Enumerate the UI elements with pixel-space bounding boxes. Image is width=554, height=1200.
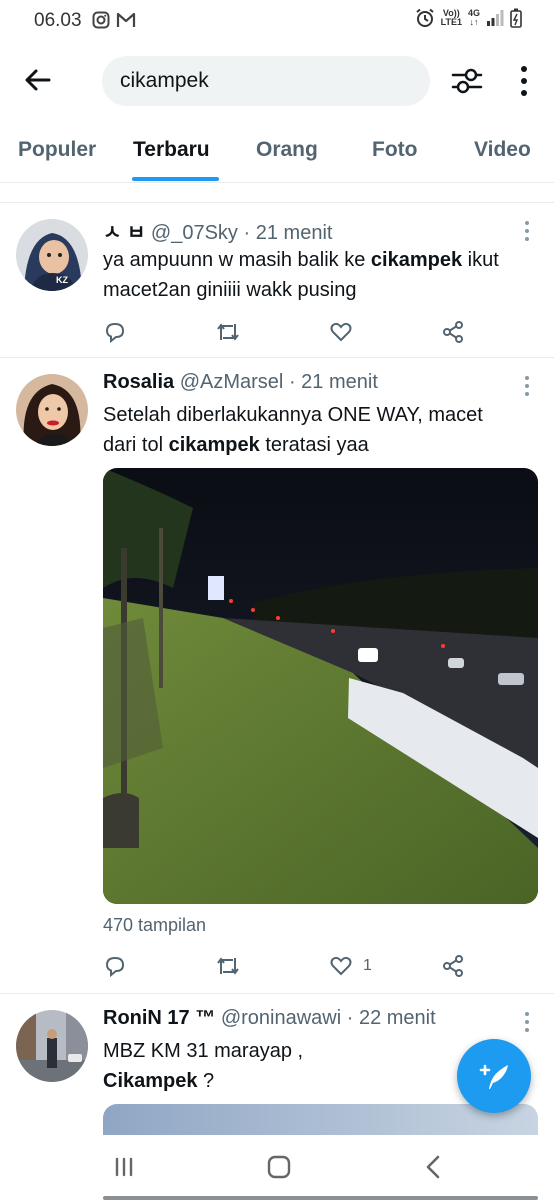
tweet-item[interactable]: KZ ㅅ ㅂ @_07Sky · 21 menit ya ampuunn w m… (0, 203, 554, 358)
like-icon (330, 956, 352, 976)
retweet-button[interactable] (215, 317, 241, 347)
status-left-icons (92, 11, 136, 29)
tweet-header: ㅅ ㅂ @_07Sky · 21 menit (103, 222, 333, 244)
tweet-time: 21 menit (301, 371, 378, 393)
keyword-highlight: cikampek (370, 249, 463, 271)
tweet-author-name[interactable]: RoniN 17 ™ (103, 1007, 215, 1029)
net-label: 4G (467, 8, 480, 18)
tweet-header: RoniN 17 ™ @roninawawi · 22 menit (103, 1007, 436, 1029)
tweet-time: 22 menit (358, 1007, 436, 1029)
keyword-highlight: Cikampek (103, 1070, 198, 1092)
status-bar: 06.03 Vo)) LTE1 4G ↓↑ (0, 0, 554, 42)
4g-icon: 4G ↓↑ (467, 8, 480, 27)
share-button[interactable] (441, 317, 465, 347)
search-input[interactable]: cikampek (102, 56, 430, 106)
tweet-handle[interactable]: @roninawawi (221, 1007, 341, 1029)
instagram-icon (92, 11, 110, 29)
like-button[interactable] (329, 317, 363, 347)
gmail-icon (116, 12, 136, 27)
tab-foto[interactable]: Foto (372, 138, 417, 162)
like-button[interactable]: 1 (329, 951, 372, 981)
search-header: cikampek (0, 42, 554, 120)
tweet-time: 21 menit (255, 222, 333, 244)
more-vertical-icon[interactable] (510, 64, 538, 98)
tweet-text: Setelah diberlakukannya ONE WAY, macet d… (103, 404, 483, 456)
previous-tweet-cutoff (0, 183, 554, 203)
like-count: 1 (363, 957, 372, 974)
tweet-author-name[interactable]: ㅅ ㅂ (103, 222, 145, 244)
back-icon[interactable] (418, 1151, 450, 1183)
compose-feather-icon (479, 1064, 508, 1089)
tweet-feed[interactable]: KZ ㅅ ㅂ @_07Sky · 21 menit ya ampuunn w m… (0, 183, 554, 1145)
avatar[interactable] (16, 374, 88, 446)
volte-icon: Vo)) LTE1 (440, 8, 462, 27)
avatar[interactable] (16, 1010, 88, 1082)
signal-icon (487, 10, 504, 26)
tweet-video-thumbnail[interactable] (103, 468, 538, 904)
gesture-bar (103, 1196, 538, 1200)
tweet-item[interactable]: Rosalia @AzMarsel · 21 menit Setelah dib… (0, 358, 554, 994)
retweet-icon (217, 957, 239, 975)
sliders-icon[interactable] (450, 64, 484, 98)
keyword-highlight: cikampek (168, 434, 260, 456)
tweet-handle[interactable]: @AzMarsel (180, 371, 284, 393)
reply-button[interactable] (103, 951, 127, 981)
tweet-text: ya ampuunn w masih balik ke cikampek iku… (103, 249, 499, 301)
home-icon[interactable] (263, 1151, 295, 1183)
tweet-actions (103, 317, 483, 347)
retweet-icon (217, 323, 239, 341)
tweet-more-icon[interactable] (516, 1010, 538, 1036)
tweet-actions: 1 (103, 951, 483, 981)
tab-video[interactable]: Video (474, 138, 531, 162)
search-tabs: Populer Terbaru Orang Foto Video (0, 120, 554, 183)
reply-icon (105, 322, 125, 344)
status-time: 06.03 (34, 10, 82, 31)
tab-orang[interactable]: Orang (256, 138, 318, 162)
tweet-author-name[interactable]: Rosalia (103, 371, 174, 393)
compose-button[interactable] (457, 1039, 531, 1113)
share-icon (443, 955, 463, 977)
search-query[interactable]: cikampek (120, 69, 209, 93)
view-count: 470 tampilan (103, 915, 207, 935)
tab-populer[interactable]: Populer (18, 138, 96, 162)
alarm-icon (416, 8, 434, 27)
tab-terbaru[interactable]: Terbaru (133, 138, 210, 162)
tweet-more-icon[interactable] (516, 219, 538, 245)
battery-icon (510, 8, 522, 28)
reply-button[interactable] (103, 317, 127, 347)
tweet-more-icon[interactable] (516, 374, 538, 400)
recent-apps-icon[interactable] (108, 1151, 140, 1183)
arrow-left-icon[interactable] (22, 64, 54, 96)
svg-text:KZ: KZ (56, 275, 68, 285)
like-icon (330, 322, 352, 342)
tweet-header: Rosalia @AzMarsel · 21 menit (103, 371, 378, 393)
avatar[interactable]: KZ (16, 219, 88, 291)
tweet-handle[interactable]: @_07Sky (151, 222, 238, 244)
retweet-button[interactable] (215, 951, 241, 981)
reply-icon (105, 956, 125, 978)
status-right-icons: Vo)) LTE1 4G ↓↑ (415, 8, 522, 28)
share-icon (443, 321, 463, 343)
tab-indicator (132, 177, 219, 181)
share-button[interactable] (441, 951, 465, 981)
system-nav-bar (0, 1135, 554, 1200)
